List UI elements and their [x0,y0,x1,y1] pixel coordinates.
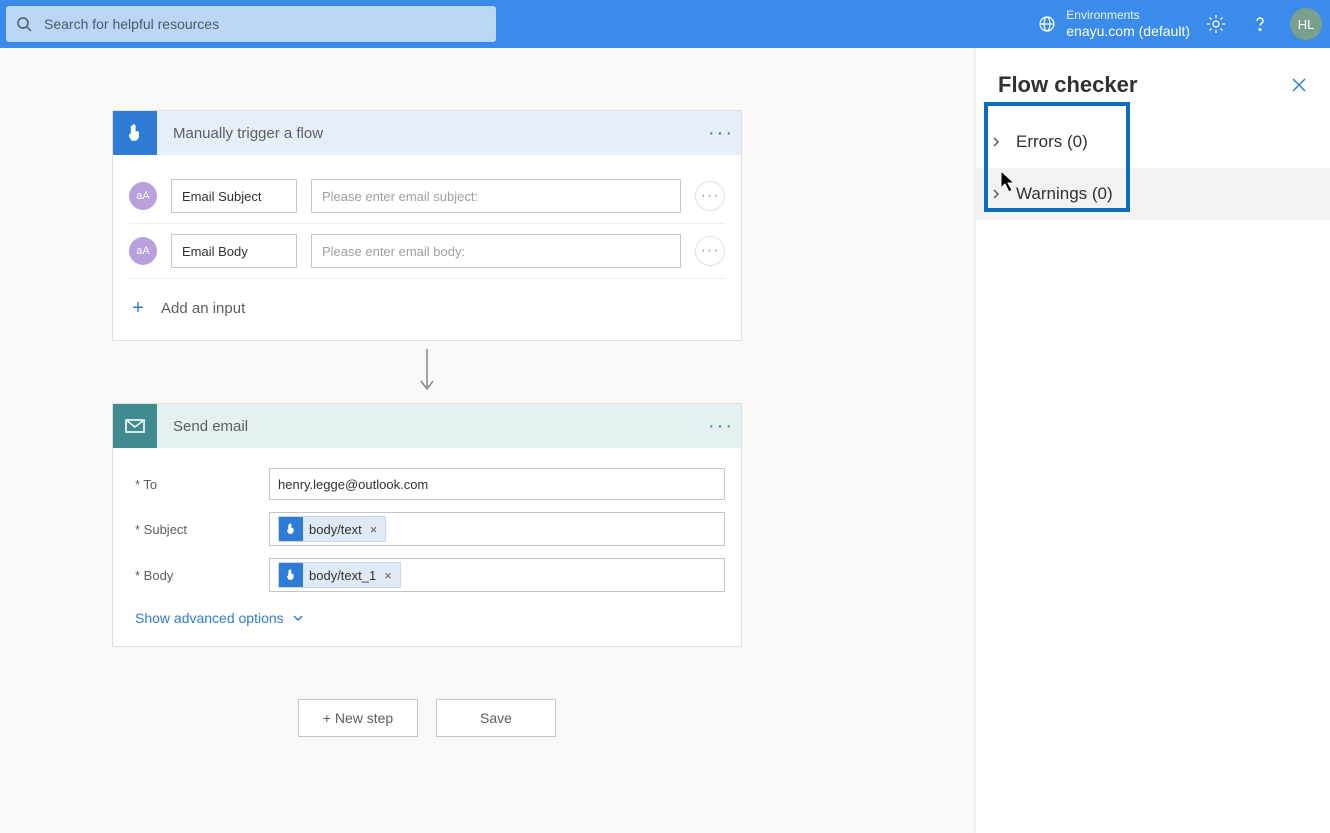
connector-arrow [112,341,742,403]
action-button-row: + New step Save [112,699,742,737]
topbar: Environments enayu.com (default) HL [0,0,1330,48]
trigger-card-menu[interactable]: ··· [701,122,741,145]
globe-icon [1038,15,1056,33]
dynamic-content-token[interactable]: body/text × [278,516,386,542]
show-advanced-options[interactable]: Show advanced options [129,604,310,636]
chevron-right-icon [990,136,1002,148]
trigger-card-title: Manually trigger a flow [157,125,701,142]
help-button[interactable] [1242,6,1278,42]
send-email-body-label: * Body [135,568,255,583]
text-type-icon: aA [129,182,157,210]
token-trigger-icon [279,517,303,541]
send-email-card: Send email ··· * To henry.legge@outlook.… [112,403,742,647]
errors-label: Errors (0) [1016,132,1088,152]
trigger-input-label[interactable]: Email Body [171,234,297,268]
flow-checker-title: Flow checker [998,72,1137,98]
trigger-input-menu[interactable]: ··· [695,181,725,211]
trigger-card-header[interactable]: Manually trigger a flow ··· [113,111,741,155]
manual-trigger-icon [113,111,157,155]
flow-checker-panel: Flow checker Errors (0) Warnings (0) [976,48,1330,833]
send-email-card-title: Send email [157,418,701,435]
environment-label: Environments [1066,9,1190,23]
send-email-body-row: * Body body/text_1 × [129,558,725,592]
flow-checker-warnings[interactable]: Warnings (0) [976,168,1330,220]
trigger-card: Manually trigger a flow ··· aA Email Sub… [112,110,742,341]
send-email-to-row: * To henry.legge@outlook.com [129,468,725,500]
gear-icon [1206,14,1226,34]
send-email-to-label: * To [135,477,255,492]
help-icon [1250,14,1270,34]
close-icon [1290,76,1308,94]
add-input-button[interactable]: + Add an input [129,279,725,330]
trigger-input-row: aA Email Subject Please enter email subj… [129,169,725,224]
send-email-to-input[interactable]: henry.legge@outlook.com [269,468,725,500]
avatar[interactable]: HL [1290,8,1322,40]
search-box[interactable] [6,6,496,42]
warnings-label: Warnings (0) [1016,184,1113,204]
dynamic-content-token[interactable]: body/text_1 × [278,562,401,588]
avatar-initials: HL [1298,17,1315,32]
token-remove[interactable]: × [368,522,380,537]
add-input-label: Add an input [161,300,245,317]
trigger-input-label[interactable]: Email Subject [171,179,297,213]
text-type-icon: aA [129,237,157,265]
token-label: body/text [309,522,362,537]
new-step-button[interactable]: + New step [298,699,418,737]
search-input[interactable] [42,15,486,33]
close-panel-button[interactable] [1290,76,1308,94]
flow-checker-errors[interactable]: Errors (0) [976,116,1330,168]
send-email-card-header[interactable]: Send email ··· [113,404,741,448]
send-email-subject-row: * Subject body/text × [129,512,725,546]
email-icon [113,404,157,448]
token-label: body/text_1 [309,568,376,583]
send-email-body-input[interactable]: body/text_1 × [269,558,725,592]
token-remove[interactable]: × [382,568,394,583]
advanced-options-label: Show advanced options [135,610,284,626]
chevron-down-icon [292,612,304,624]
search-icon [16,16,32,32]
token-trigger-icon [279,563,303,587]
send-email-card-menu[interactable]: ··· [701,415,741,438]
chevron-right-icon [990,188,1002,200]
send-email-subject-label: * Subject [135,522,255,537]
trigger-input-row: aA Email Body Please enter email body: ·… [129,224,725,279]
trigger-input-placeholder[interactable]: Please enter email subject: [311,179,681,213]
environment-selector[interactable]: Environments enayu.com (default) [1038,9,1190,39]
plus-icon: + [129,297,147,320]
settings-button[interactable] [1198,6,1234,42]
environment-value: enayu.com (default) [1066,23,1190,39]
trigger-input-menu[interactable]: ··· [695,236,725,266]
save-button[interactable]: Save [436,699,556,737]
trigger-input-placeholder[interactable]: Please enter email body: [311,234,681,268]
send-email-to-value: henry.legge@outlook.com [278,477,428,492]
send-email-subject-input[interactable]: body/text × [269,512,725,546]
